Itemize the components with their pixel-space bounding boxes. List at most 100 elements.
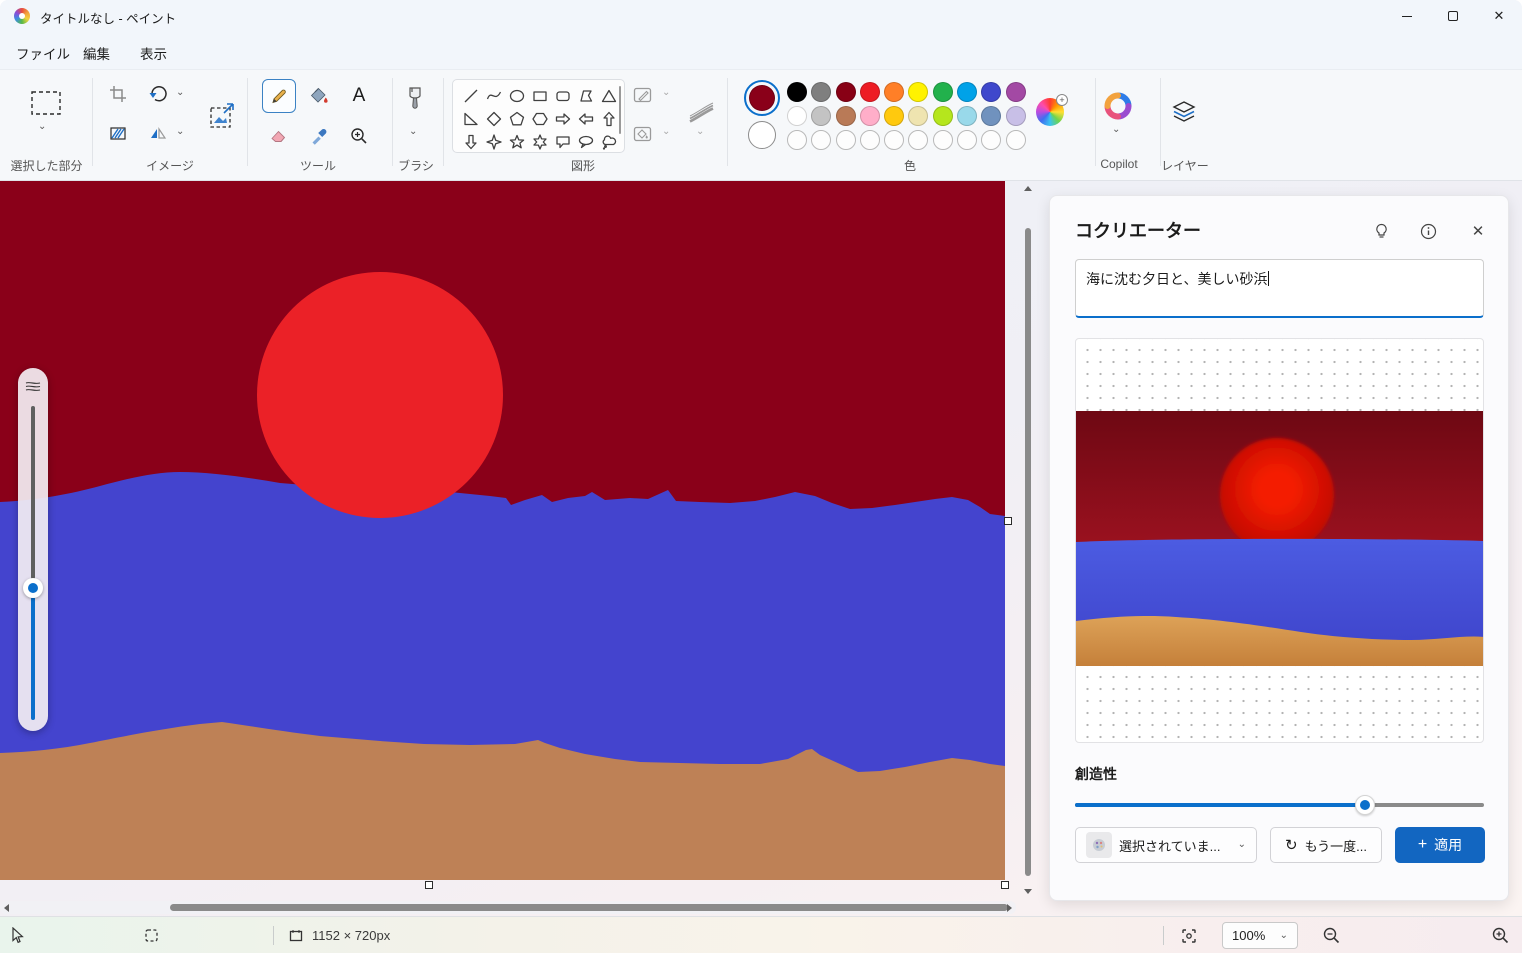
palette-color-swatch[interactable]	[981, 106, 1002, 126]
palette-color-swatch[interactable]	[932, 82, 953, 102]
shape-pentagon-icon[interactable]	[505, 107, 528, 130]
resize-image-button[interactable]	[208, 102, 236, 130]
shapes-scrollbar[interactable]	[618, 86, 621, 134]
crop-button[interactable]	[108, 84, 128, 104]
horizontal-scrollbar[interactable]	[0, 901, 1016, 914]
palette-color-swatch[interactable]	[811, 82, 832, 102]
shape-arrow-left-icon[interactable]	[574, 107, 597, 130]
palette-color-swatch[interactable]	[787, 82, 807, 102]
fill-tool-button[interactable]	[302, 79, 336, 113]
rotate-button[interactable]	[148, 84, 168, 104]
color-picker-tool-button[interactable]	[302, 119, 336, 153]
stroke-size-dropdown[interactable]: ⌄	[696, 127, 704, 137]
shape-star-5-icon[interactable]	[505, 130, 528, 152]
shape-arrow-right-icon[interactable]	[551, 107, 574, 130]
tips-button[interactable]	[1370, 220, 1392, 242]
stroke-size-button[interactable]	[686, 98, 716, 124]
flip-button[interactable]	[148, 123, 168, 143]
shape-callout-rounded-icon[interactable]	[551, 130, 574, 152]
pencil-tool-button[interactable]	[262, 79, 296, 113]
creativity-slider-thumb[interactable]	[1355, 795, 1376, 815]
zoom-in-button[interactable]	[1491, 917, 1510, 953]
shape-rounded-rectangle-icon[interactable]	[551, 84, 574, 107]
shape-callout-cloud-icon[interactable]	[597, 130, 620, 152]
shape-fill-dropdown[interactable]: ⌄	[662, 127, 670, 137]
scroll-down-icon[interactable]	[1024, 889, 1032, 894]
palette-empty-slot[interactable]	[908, 130, 929, 150]
zoom-level-dropdown[interactable]: 100% ⌄	[1222, 922, 1298, 949]
palette-color-swatch[interactable]	[932, 106, 953, 126]
palette-empty-slot[interactable]	[884, 130, 905, 150]
menu-file[interactable]: ファイル	[10, 40, 76, 66]
vertical-scrollbar[interactable]	[1022, 182, 1034, 898]
palette-color-swatch[interactable]	[981, 82, 1002, 102]
shape-ellipse-icon[interactable]	[505, 84, 528, 107]
zoom-out-button[interactable]	[1322, 917, 1341, 953]
palette-color-swatch[interactable]	[835, 106, 856, 126]
shape-polygon-icon[interactable]	[574, 84, 597, 107]
vertical-scroll-thumb[interactable]	[1025, 228, 1031, 876]
palette-empty-slot[interactable]	[1005, 130, 1026, 150]
shape-fill-button[interactable]	[632, 123, 654, 145]
color1-selector[interactable]	[744, 80, 780, 116]
menu-edit[interactable]: 編集	[77, 40, 116, 66]
generation-preview[interactable]	[1075, 338, 1484, 743]
shape-outline-dropdown[interactable]: ⌄	[662, 88, 670, 98]
shape-rectangle-icon[interactable]	[528, 84, 551, 107]
magnifier-tool-button[interactable]	[342, 119, 376, 153]
canvas-resize-handle-corner[interactable]	[1001, 881, 1009, 889]
brush-dropdown[interactable]: ⌄	[409, 127, 417, 137]
horizontal-scroll-thumb[interactable]	[170, 904, 1008, 911]
palette-color-swatch[interactable]	[787, 106, 807, 126]
rotate-dropdown[interactable]: ⌄	[176, 88, 184, 98]
apply-button[interactable]: + 適用	[1395, 827, 1485, 863]
size-slider-track-upper[interactable]	[31, 406, 35, 579]
palette-empty-slot[interactable]	[811, 130, 832, 150]
minimize-button[interactable]	[1384, 0, 1430, 32]
palette-color-swatch[interactable]	[811, 106, 832, 126]
palette-empty-slot[interactable]	[957, 130, 978, 150]
shape-outline-button[interactable]	[632, 84, 654, 106]
scroll-right-icon[interactable]	[1007, 904, 1012, 912]
color2-selector[interactable]	[748, 121, 776, 149]
drawing-canvas[interactable]	[0, 181, 1005, 880]
close-button[interactable]: ✕	[1476, 0, 1522, 32]
palette-color-swatch[interactable]	[884, 106, 905, 126]
free-select-button[interactable]	[108, 123, 128, 143]
shape-right-triangle-icon[interactable]	[459, 107, 482, 130]
maximize-button[interactable]	[1430, 0, 1476, 32]
palette-color-swatch[interactable]	[884, 82, 905, 102]
size-slider-track-lower[interactable]	[31, 597, 35, 720]
copilot-dropdown[interactable]: ⌄	[1112, 125, 1120, 135]
copilot-button[interactable]	[1104, 92, 1132, 120]
scroll-left-icon[interactable]	[4, 904, 9, 912]
shape-curve-icon[interactable]	[482, 84, 505, 107]
size-slider-thumb[interactable]	[23, 578, 43, 598]
creativity-slider[interactable]	[1075, 795, 1484, 815]
selection-tool-button[interactable]	[28, 88, 64, 118]
palette-color-swatch[interactable]	[1005, 106, 1026, 126]
shape-arrow-up-icon[interactable]	[597, 107, 620, 130]
menu-view[interactable]: 表示	[134, 40, 173, 66]
selection-dropdown[interactable]: ⌄	[38, 122, 46, 132]
palette-empty-slot[interactable]	[932, 130, 953, 150]
flip-dropdown[interactable]: ⌄	[176, 127, 184, 137]
layers-button[interactable]	[1170, 100, 1198, 126]
palette-color-swatch[interactable]	[957, 106, 978, 126]
canvas-resize-handle-bottom[interactable]	[425, 881, 433, 889]
close-panel-button[interactable]: ✕	[1467, 220, 1489, 242]
prompt-input[interactable]: 海に沈む夕日と、美しい砂浜	[1075, 259, 1484, 318]
info-button[interactable]	[1417, 220, 1439, 242]
palette-color-swatch[interactable]	[859, 82, 880, 102]
scroll-up-icon[interactable]	[1024, 186, 1032, 191]
retry-button[interactable]: ↻ もう一度...	[1270, 827, 1382, 863]
fit-to-screen-button[interactable]	[1180, 917, 1198, 953]
shape-star-6-icon[interactable]	[528, 130, 551, 152]
shape-diamond-icon[interactable]	[482, 107, 505, 130]
palette-empty-slot[interactable]	[835, 130, 856, 150]
shape-arrow-down-icon[interactable]	[459, 130, 482, 152]
canvas-resize-handle-right[interactable]	[1004, 517, 1012, 525]
palette-empty-slot[interactable]	[981, 130, 1002, 150]
palette-empty-slot[interactable]	[859, 130, 880, 150]
brush-button[interactable]	[402, 86, 428, 116]
